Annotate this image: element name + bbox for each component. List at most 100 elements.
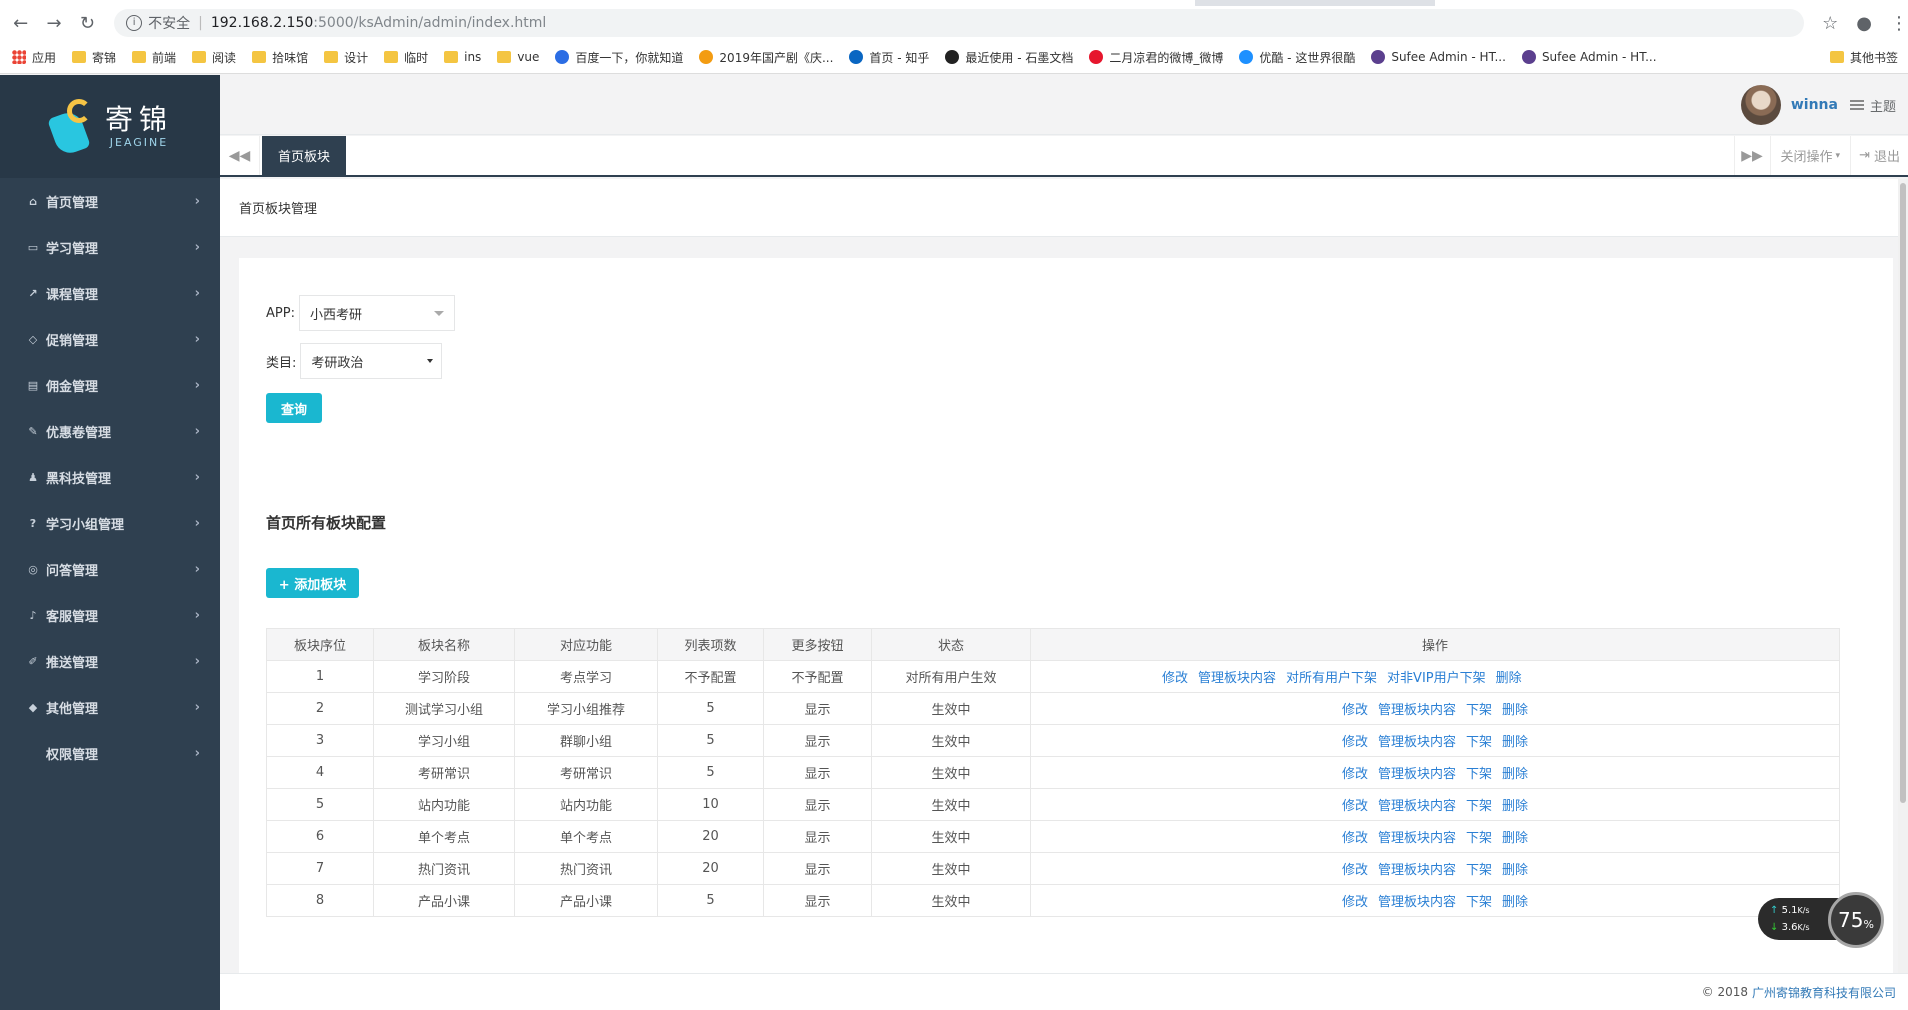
bookmark-item[interactable]: 应用 [12,49,56,66]
sidebar-item[interactable]: ✎ 优惠卷管理 › [0,408,220,454]
sidebar-item[interactable]: ◇ 促销管理 › [0,316,220,362]
account-icon[interactable]: ● [1856,13,1872,34]
tab-prev-icon[interactable]: ◀◀ [220,136,260,175]
user-area: winna 主题 [1740,85,1896,125]
sidebar-item[interactable]: ♪ 客服管理 › [0,592,220,638]
sidebar-item[interactable]: ↗ 课程管理 › [0,270,220,316]
bookmark-item[interactable]: 百度一下，你就知道 [555,49,683,66]
row-action-link[interactable]: 删除 [1502,731,1528,750]
row-action-link[interactable]: 修改 [1342,731,1368,750]
arrow-up-icon: ↑ [1770,905,1779,916]
row-action-link[interactable]: 管理板块内容 [1378,763,1456,782]
sufee-icon [1371,50,1386,64]
row-action-link[interactable]: 下架 [1466,699,1492,718]
row-action-link[interactable]: 管理板块内容 [1378,795,1456,814]
row-action-link[interactable]: 对所有用户下架 [1286,667,1377,686]
bookmark-item[interactable]: 最近使用 - 石墨文档 [945,49,1073,66]
row-action-link[interactable]: 管理板块内容 [1378,859,1456,878]
row-action-link[interactable]: 删除 [1502,827,1528,846]
sidebar-item[interactable]: ? 学习小组管理 › [0,500,220,546]
bookmark-item[interactable]: 优酷 - 这世界很酷 [1239,49,1355,66]
table-row: 3 学习小组 群聊小组 5 显示 生效中 修改 管理板块内容 下架 删除 [266,724,1840,757]
bookmark-item[interactable]: 二月凉君的微博_微博 [1089,49,1223,66]
forward-icon[interactable]: → [41,10,66,36]
row-action-link[interactable]: 对非VIP用户下架 [1387,667,1486,686]
row-action-link[interactable]: 管理板块内容 [1378,891,1456,910]
page-scrollbar[interactable] [1898,179,1908,973]
row-action-link[interactable]: 删除 [1496,667,1522,686]
company-link[interactable]: 广州寄锦教育科技有限公司 [1752,984,1896,1001]
network-speed-widget[interactable]: ↑ 5.1K/s ↓ 3.6K/s 75% [1758,892,1886,948]
row-action-link[interactable]: 下架 [1466,763,1492,782]
bookmark-item[interactable]: 拾味馆 [252,49,308,66]
row-action-link[interactable]: 修改 [1342,859,1368,878]
bookmark-item[interactable]: 2019年国产剧《庆... [699,49,833,66]
breadcrumb: 首页板块管理 [220,179,1908,237]
row-action-link[interactable]: 修改 [1342,891,1368,910]
tab-next-icon[interactable]: ▶▶ [1733,136,1770,175]
bookmark-item[interactable]: ins [444,50,481,64]
sidebar-item[interactable]: ⌂ 首页管理 › [0,178,220,224]
logout-button[interactable]: ⇥ 退出 [1850,136,1908,175]
address-bar[interactable]: i 不安全 | 192.168.2.150:5000/ksAdmin/admin… [114,9,1805,37]
row-action-link[interactable]: 下架 [1466,891,1492,910]
other-bookmarks[interactable]: 其他书签 [1829,44,1898,70]
bookmark-item[interactable]: vue [497,50,539,64]
row-action-link[interactable]: 删除 [1502,891,1528,910]
row-action-link[interactable]: 修改 [1162,667,1188,686]
row-action-link[interactable]: 管理板块内容 [1378,731,1456,750]
close-ops-dropdown[interactable]: 关闭操作 ▾ [1769,136,1851,175]
sidebar-item[interactable]: ◎ 问答管理 › [0,546,220,592]
sidebar-item[interactable]: ✐ 推送管理 › [0,638,220,684]
row-action-link[interactable]: 下架 [1466,859,1492,878]
row-action-link[interactable]: 管理板块内容 [1378,699,1456,718]
row-action-link[interactable]: 修改 [1342,763,1368,782]
row-action-link[interactable]: 下架 [1466,827,1492,846]
bookmark-item[interactable]: 设计 [324,49,368,66]
bookmark-item[interactable]: 前端 [132,49,176,66]
row-action-link[interactable]: 删除 [1502,859,1528,878]
weibo-icon [1089,50,1104,64]
breadcrumb-title: 首页板块管理 [239,202,318,217]
row-action-link[interactable]: 删除 [1502,699,1528,718]
bookmark-item[interactable]: 阅读 [192,49,236,66]
info-icon[interactable]: i [126,15,143,31]
back-icon[interactable]: ← [8,10,33,36]
row-action-link[interactable]: 删除 [1502,763,1528,782]
sidebar-item[interactable]: ▭ 学习管理 › [0,224,220,270]
bookmark-item[interactable]: 首页 - 知乎 [849,49,929,66]
sidebar-item[interactable]: ◆ 其他管理 › [0,684,220,730]
row-action-link[interactable]: 管理板块内容 [1378,827,1456,846]
logo[interactable]: 寄锦 JEAGINE [0,75,220,178]
sidebar-item[interactable]: 权限管理 › [0,730,220,776]
scrollbar-thumb[interactable] [1900,183,1906,803]
bell-icon: ♪ [29,608,37,622]
add-block-button[interactable]: + 添加板块 [266,568,359,598]
bookmark-item[interactable]: Sufee Admin - HT... [1371,50,1506,64]
theme-button[interactable]: 主题 [1849,96,1896,115]
row-action-link[interactable]: 下架 [1466,731,1492,750]
category-select[interactable]: 考研政治 [300,343,443,379]
sidebar-item-label: 客服管理 [46,609,99,625]
theme-icon [1849,100,1864,110]
bookmark-item[interactable]: 寄锦 [72,49,116,66]
row-action-link[interactable]: 修改 [1342,827,1368,846]
reload-icon[interactable]: ↻ [75,10,100,36]
row-action-link[interactable]: 删除 [1502,795,1528,814]
menu-icon[interactable]: ⋮ [1890,13,1908,34]
username[interactable]: winna [1791,97,1838,113]
row-action-link[interactable]: 下架 [1466,795,1492,814]
sidebar-item[interactable]: ♟ 黑科技管理 › [0,454,220,500]
avatar[interactable] [1740,85,1781,125]
row-action-link[interactable]: 修改 [1342,699,1368,718]
star-icon[interactable]: ☆ [1822,13,1838,34]
bookmark-item[interactable]: Sufee Admin - HT... [1521,50,1657,64]
sidebar-item[interactable]: ▤ 佣金管理 › [0,362,220,408]
row-action-link[interactable]: 修改 [1342,795,1368,814]
row-action-link[interactable]: 管理板块内容 [1198,667,1276,686]
tab-home-block[interactable]: 首页板块 [262,136,347,175]
query-button[interactable]: 查询 [266,393,322,423]
app-select[interactable]: 小西考研 [298,295,455,331]
logout-icon: ⇥ [1859,148,1870,163]
bookmark-item[interactable]: 临时 [384,49,428,66]
